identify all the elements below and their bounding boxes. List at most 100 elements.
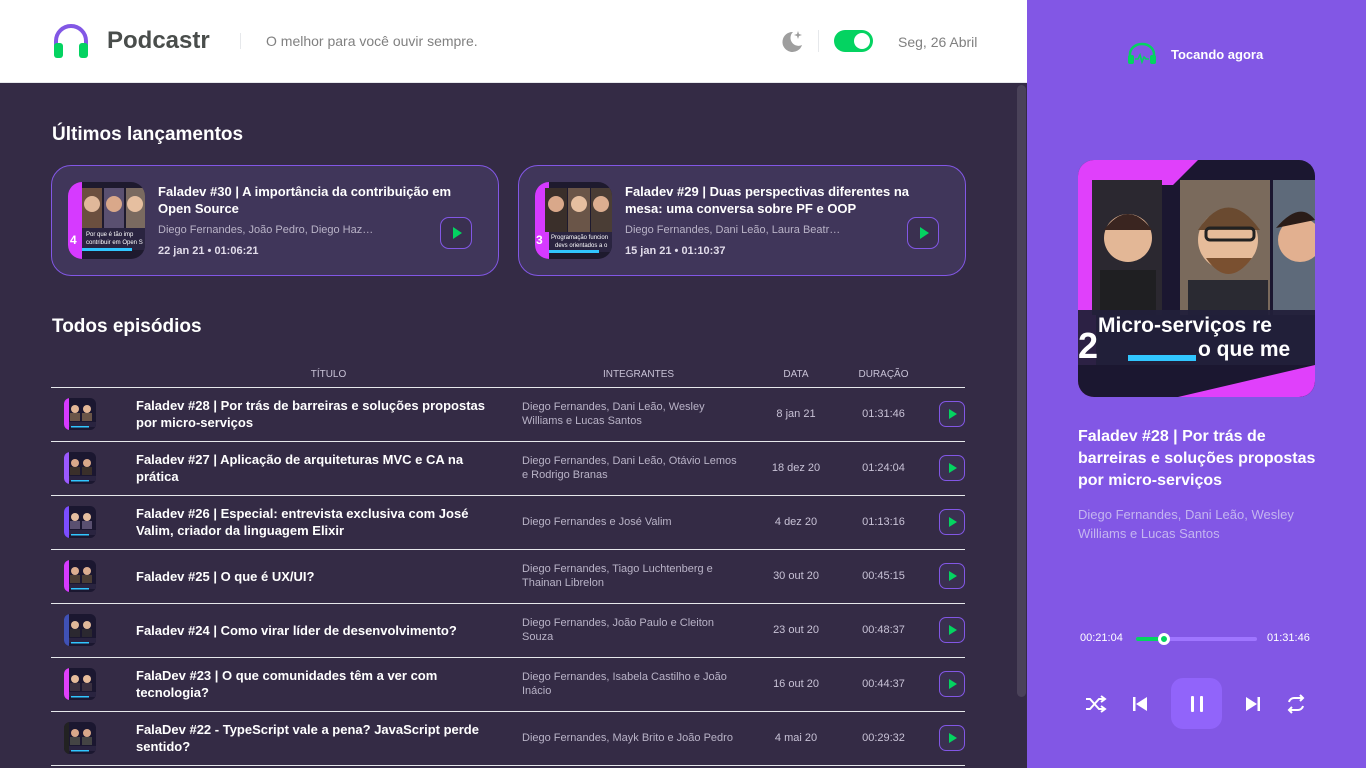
moon-star-icon[interactable]: [779, 28, 805, 54]
progress-slider[interactable]: [1136, 633, 1257, 645]
table-row[interactable]: Faladev #25 | O que é UX/UI? Diego Ferna…: [51, 549, 965, 604]
all-episodes-title: Todos episódios: [52, 316, 202, 337]
column-header-members: Integrantes: [521, 360, 756, 388]
table-row[interactable]: Faladev #27 | Aplicação de arquiteturas …: [51, 441, 965, 496]
play-button[interactable]: [939, 563, 965, 589]
episode-date: 18 dez 20: [756, 441, 836, 496]
toggle-knob: [854, 33, 870, 49]
play-button[interactable]: [939, 725, 965, 751]
episode-title-link[interactable]: Faladev #28 | Por trás de barreiras e so…: [136, 387, 521, 442]
play-icon: [949, 679, 957, 689]
thumb-column-header: [51, 360, 136, 388]
repeat-button[interactable]: [1284, 692, 1308, 716]
episode-members: Diego Fernandes, João Paulo e Cleiton So…: [521, 603, 756, 658]
theme-toggle[interactable]: [834, 30, 873, 52]
episode-thumbnail: [64, 398, 96, 430]
header-divider: [818, 30, 819, 52]
player-episode-title: Faladev #28 | Por trás de barreiras e so…: [1078, 428, 1316, 489]
episode-title-link[interactable]: FalaDev #23 | O que comunidades têm a ve…: [136, 657, 521, 712]
play-button[interactable]: [939, 455, 965, 481]
episode-thumbnail: Programação funcion devs orientados a o …: [535, 182, 612, 259]
episode-date: 30 out 20: [756, 549, 836, 604]
shuffle-button[interactable]: [1084, 692, 1108, 716]
play-button[interactable]: [939, 617, 965, 643]
episode-thumb-cell: [51, 495, 136, 550]
play-button[interactable]: [440, 217, 472, 249]
table-row[interactable]: Faladev #28 | Por trás de barreiras e so…: [51, 387, 965, 442]
now-playing-label: Tocando agora: [1171, 47, 1264, 62]
pause-icon: [1190, 695, 1194, 712]
header-divider: [240, 33, 241, 49]
play-icon: [949, 733, 957, 743]
scrollbar-thumb[interactable]: [1017, 85, 1026, 697]
table-row[interactable]: Faladev #24 | Como virar líder de desenv…: [51, 603, 965, 658]
main-scrollbar[interactable]: [1016, 83, 1027, 768]
table-row[interactable]: Faladev #26 | Especial: entrevista exclu…: [51, 495, 965, 550]
card-episode-title[interactable]: Faladev #29 | Duas perspectivas diferent…: [625, 183, 945, 217]
episode-thumbnail: Por que é tão imp contribuir em Open S 4: [68, 182, 145, 259]
episode-cover: Micro-serviços re o que me 2: [1078, 160, 1315, 397]
current-date: Seg, 26 Abril: [898, 34, 978, 50]
card-episode-title[interactable]: Faladev #30 | A importância da contribui…: [158, 183, 478, 217]
thumbnail-caption: contribuir em Open S: [86, 240, 143, 246]
episode-date: 8 jan 21: [756, 387, 836, 442]
cover-title-line: Micro-serviços re: [1098, 314, 1272, 337]
play-cell: [931, 441, 965, 496]
episode-thumbnail: [64, 452, 96, 484]
play-icon: [919, 227, 929, 239]
episode-thumbnail: [64, 722, 96, 754]
progress-handle[interactable]: [1157, 633, 1170, 645]
play-button[interactable]: [907, 217, 939, 249]
thumbnail-caption: devs orientados a o: [555, 243, 608, 249]
episode-date: 16 out 20: [756, 657, 836, 712]
column-header-date: Data: [756, 360, 836, 388]
brand-name: Podcastr: [107, 27, 210, 54]
episodes-table: Título Integrantes Data Duração Faladev …: [51, 360, 965, 766]
player-episode-members: Diego Fernandes, Dani Leão, Wesley Willi…: [1078, 507, 1294, 541]
play-icon: [949, 517, 957, 527]
table-row[interactable]: FalaDev #22 - TypeScript vale a pena? Ja…: [51, 711, 965, 766]
total-time: 01:31:46: [1267, 632, 1310, 644]
episode-duration: 00:48:37: [836, 603, 931, 658]
episodes-table-body: Faladev #28 | Por trás de barreiras e so…: [51, 387, 965, 766]
play-icon: [949, 409, 957, 419]
latest-episode-card[interactable]: Por que é tão imp contribuir em Open S 4…: [51, 165, 499, 276]
episode-title-link[interactable]: Faladev #24 | Como virar líder de desenv…: [136, 603, 521, 658]
card-episode-members: Diego Fernandes, Dani Leão, Laura Beatr…: [625, 224, 841, 236]
play-cell: [931, 711, 965, 766]
episode-members: Diego Fernandes e José Valim: [521, 495, 756, 550]
latest-episode-card[interactable]: Programação funcion devs orientados a o …: [518, 165, 966, 276]
table-row[interactable]: FalaDev #23 | O que comunidades têm a ve…: [51, 657, 965, 712]
previous-button[interactable]: [1128, 692, 1152, 716]
pause-button[interactable]: [1171, 678, 1222, 729]
card-episode-members: Diego Fernandes, João Pedro, Diego Haz…: [158, 224, 374, 236]
episode-thumb-cell: [51, 549, 136, 604]
app-header: Podcastr O melhor para você ouvir sempre…: [0, 0, 1027, 83]
episode-title-link[interactable]: Faladev #25 | O que é UX/UI?: [136, 549, 521, 604]
cover-title-line: o que me: [1198, 338, 1290, 361]
episode-duration: 00:45:15: [836, 549, 931, 604]
play-button[interactable]: [939, 401, 965, 427]
episode-duration: 00:44:37: [836, 657, 931, 712]
play-button[interactable]: [939, 509, 965, 535]
play-icon: [452, 227, 462, 239]
episode-duration: 01:31:46: [836, 387, 931, 442]
play-icon: [949, 625, 957, 635]
episode-thumbnail: [64, 614, 96, 646]
episode-thumb-cell: [51, 387, 136, 442]
next-icon: [1246, 697, 1260, 711]
play-cell: [931, 549, 965, 604]
episode-title-link[interactable]: FalaDev #22 - TypeScript vale a pena? Ja…: [136, 711, 521, 766]
play-icon: [949, 463, 957, 473]
episode-duration: 01:24:04: [836, 441, 931, 496]
latest-section-title: Últimos lançamentos: [52, 124, 244, 145]
episode-duration: 01:13:16: [836, 495, 931, 550]
episode-title-link[interactable]: Faladev #27 | Aplicação de arquiteturas …: [136, 441, 521, 496]
episode-title-link[interactable]: Faladev #26 | Especial: entrevista exclu…: [136, 495, 521, 550]
next-button[interactable]: [1241, 692, 1265, 716]
episode-duration: 00:29:32: [836, 711, 931, 766]
play-cell: [931, 387, 965, 442]
play-button[interactable]: [939, 671, 965, 697]
play-column-header: [931, 360, 965, 388]
now-playing-headphones-icon: [1128, 42, 1156, 65]
